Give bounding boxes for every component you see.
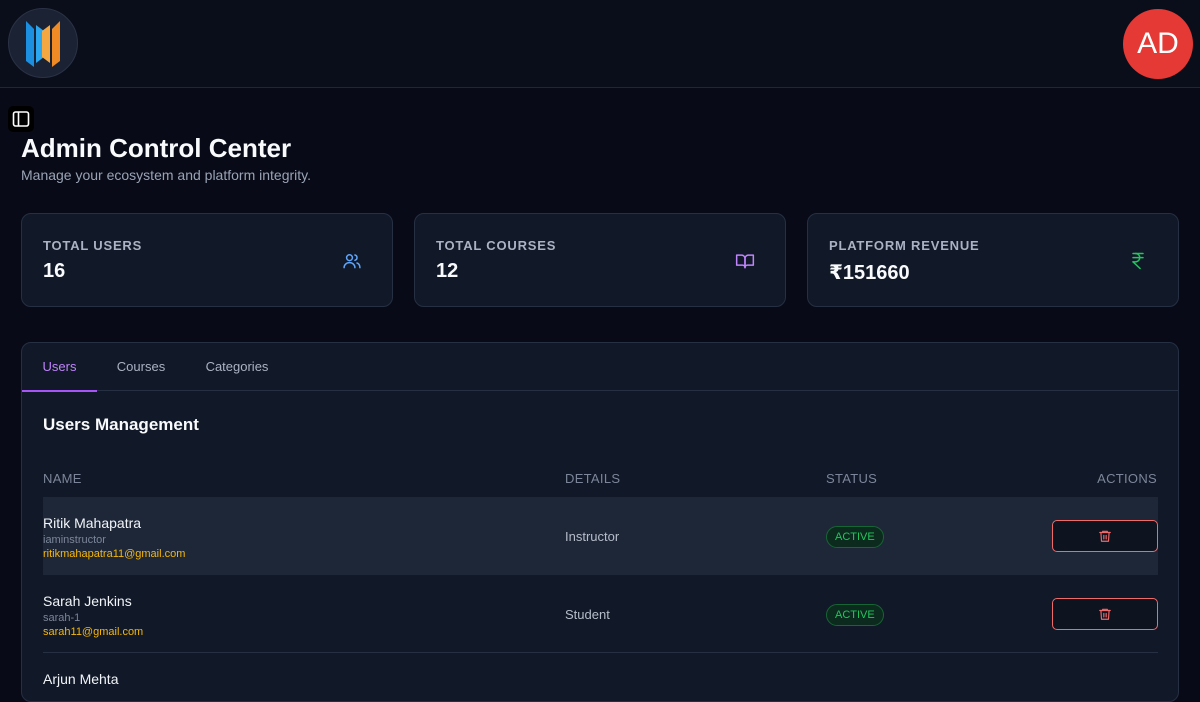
user-email: sarah11@gmail.com bbox=[43, 626, 144, 638]
sidebar-toggle-icon[interactable] bbox=[8, 106, 34, 132]
trash-icon bbox=[1099, 608, 1111, 620]
management-panel: Users Courses Categories Users Managemen… bbox=[21, 342, 1179, 702]
tab-bar: Users Courses Categories bbox=[22, 343, 1178, 392]
page-title: Admin Control Center bbox=[21, 133, 292, 163]
column-header-details: DETAILS bbox=[565, 471, 621, 486]
user-role: Instructor bbox=[565, 529, 620, 544]
user-avatar[interactable]: AD bbox=[1123, 9, 1193, 79]
top-bar: AD bbox=[0, 0, 1200, 88]
stat-label: TOTAL COURSES bbox=[436, 238, 557, 253]
user-name: Sarah Jenkins bbox=[43, 593, 132, 609]
delete-user-button[interactable] bbox=[1052, 598, 1158, 630]
column-header-actions: ACTIONS bbox=[1097, 471, 1157, 486]
stat-card-total-users: TOTAL USERS 16 bbox=[21, 213, 393, 307]
page-subtitle: Manage your ecosystem and platform integ… bbox=[21, 167, 311, 183]
user-name: Arjun Mehta bbox=[43, 671, 119, 687]
book-open-icon bbox=[735, 254, 755, 269]
status-badge: ACTIVE bbox=[826, 526, 884, 548]
brand-logo-mark bbox=[26, 21, 60, 67]
stat-value: 16 bbox=[43, 260, 66, 282]
users-icon bbox=[343, 254, 361, 269]
brand-logo-icon[interactable] bbox=[8, 8, 78, 78]
stat-card-platform-revenue: PLATFORM REVENUE ₹151660 bbox=[807, 213, 1179, 307]
tab-users[interactable]: Users bbox=[22, 343, 97, 392]
delete-user-button[interactable] bbox=[1052, 520, 1158, 552]
table-row: Sarah Jenkins sarah-1 sarah11@gmail.com … bbox=[43, 575, 1158, 653]
section-title: Users Management bbox=[43, 415, 199, 434]
user-email: ritikmahapatra11@gmail.com bbox=[43, 548, 186, 560]
user-username: sarah-1 bbox=[43, 612, 81, 624]
user-username: iaminstructor bbox=[43, 534, 106, 546]
status-badge: ACTIVE bbox=[826, 604, 884, 626]
stat-card-total-courses: TOTAL COURSES 12 bbox=[414, 213, 786, 307]
stat-label: TOTAL USERS bbox=[43, 238, 143, 253]
column-header-name: NAME bbox=[43, 471, 82, 486]
tab-courses[interactable]: Courses bbox=[108, 343, 174, 391]
rupee-icon bbox=[1132, 252, 1144, 270]
table-row: Ritik Mahapatra iaminstructor ritikmahap… bbox=[43, 497, 1158, 575]
user-name: Ritik Mahapatra bbox=[43, 515, 142, 531]
stat-label: PLATFORM REVENUE bbox=[829, 238, 980, 253]
stat-value: 12 bbox=[436, 260, 459, 282]
user-role: Student bbox=[565, 607, 610, 622]
tab-categories[interactable]: Categories bbox=[198, 343, 276, 391]
trash-icon bbox=[1099, 530, 1111, 542]
stat-value: ₹151660 bbox=[829, 262, 910, 284]
column-header-status: STATUS bbox=[826, 471, 878, 486]
